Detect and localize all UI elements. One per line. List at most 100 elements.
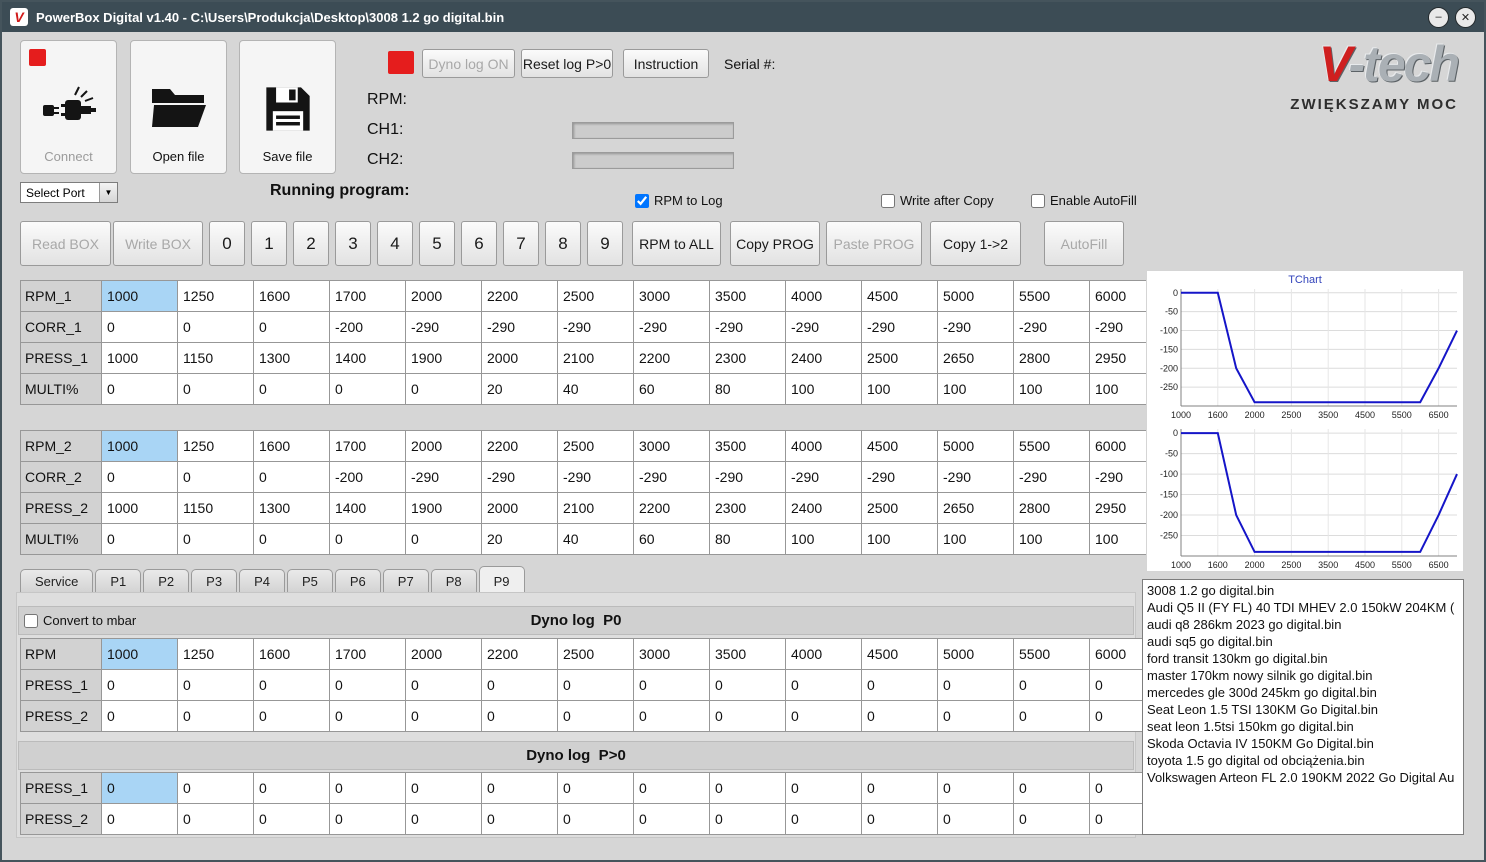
- grid-cell[interactable]: 0: [405, 803, 482, 835]
- grid-cell[interactable]: 1700: [329, 430, 406, 462]
- file-list-item[interactable]: audi sq5 go digital.bin: [1143, 633, 1463, 650]
- grid-cell[interactable]: 2300: [709, 342, 786, 374]
- grid-cell[interactable]: 0: [1013, 772, 1090, 804]
- digit-button-7[interactable]: 7: [503, 221, 539, 266]
- grid-cell[interactable]: 0: [633, 700, 710, 732]
- write-after-copy-checkbox[interactable]: [881, 193, 895, 208]
- grid-cell[interactable]: -290: [861, 461, 938, 493]
- grid-cell[interactable]: 0: [329, 700, 406, 732]
- grid-cell[interactable]: 0: [481, 669, 558, 701]
- digit-button-3[interactable]: 3: [335, 221, 371, 266]
- grid-cell[interactable]: 100: [785, 373, 862, 405]
- grid-cell[interactable]: -290: [785, 461, 862, 493]
- file-list-item[interactable]: Volkswagen Arteon FL 2.0 190KM 2022 Go D…: [1143, 769, 1463, 786]
- grid-cell[interactable]: 4500: [861, 638, 938, 670]
- file-list-item[interactable]: seat leon 1.5tsi 150km go digital.bin: [1143, 718, 1463, 735]
- grid-cell[interactable]: 0: [253, 772, 330, 804]
- grid-cell[interactable]: 0: [785, 700, 862, 732]
- file-list-item[interactable]: mercedes gle 300d 245km go digital.bin: [1143, 684, 1463, 701]
- digit-button-9[interactable]: 9: [587, 221, 623, 266]
- grid-cell[interactable]: 1000: [101, 280, 178, 312]
- grid-cell[interactable]: 0: [177, 523, 254, 555]
- grid-cell[interactable]: 0: [253, 803, 330, 835]
- grid-cell[interactable]: 2100: [557, 492, 634, 524]
- close-button[interactable]: ✕: [1455, 6, 1476, 28]
- grid-cell[interactable]: 1400: [329, 342, 406, 374]
- grid-cell[interactable]: 0: [101, 803, 178, 835]
- grid-cell[interactable]: -290: [1013, 461, 1090, 493]
- grid-cell[interactable]: 2400: [785, 342, 862, 374]
- grid-cell[interactable]: -200: [329, 311, 406, 343]
- grid-cell[interactable]: 0: [709, 669, 786, 701]
- grid-cell[interactable]: 2000: [405, 638, 482, 670]
- digit-button-5[interactable]: 5: [419, 221, 455, 266]
- grid-cell[interactable]: -290: [405, 311, 482, 343]
- grid-cell[interactable]: 0: [1013, 669, 1090, 701]
- grid-cell[interactable]: -290: [861, 311, 938, 343]
- grid-cell[interactable]: 0: [405, 373, 482, 405]
- grid-cell[interactable]: 1000: [101, 638, 178, 670]
- grid-cell[interactable]: 40: [557, 523, 634, 555]
- write-box-button[interactable]: Write BOX: [113, 221, 203, 266]
- grid-cell[interactable]: -290: [633, 311, 710, 343]
- grid-cell[interactable]: 20: [481, 523, 558, 555]
- grid-cell[interactable]: 100: [861, 373, 938, 405]
- select-port-dropdown[interactable]: Select Port ▼: [20, 182, 118, 203]
- grid-cell[interactable]: 3000: [633, 280, 710, 312]
- grid-cell[interactable]: 0: [937, 700, 1014, 732]
- grid-cell[interactable]: 0: [101, 523, 178, 555]
- grid-cell[interactable]: 100: [1013, 523, 1090, 555]
- copy-prog-button[interactable]: Copy PROG: [730, 221, 820, 266]
- tab-p9[interactable]: P9: [478, 566, 525, 593]
- grid-cell[interactable]: 0: [937, 772, 1014, 804]
- grid-cell[interactable]: 1900: [405, 342, 482, 374]
- tab-p4[interactable]: P4: [239, 569, 285, 593]
- grid-cell[interactable]: 0: [329, 669, 406, 701]
- grid-cell[interactable]: 80: [709, 373, 786, 405]
- file-list-item[interactable]: ford transit 130km go digital.bin: [1143, 650, 1463, 667]
- grid-cell[interactable]: 1250: [177, 430, 254, 462]
- grid-cell[interactable]: -290: [1013, 311, 1090, 343]
- grid-cell[interactable]: 0: [329, 772, 406, 804]
- grid-cell[interactable]: 4500: [861, 280, 938, 312]
- grid-cell[interactable]: 0: [405, 669, 482, 701]
- grid-cell[interactable]: 0: [1013, 700, 1090, 732]
- grid-cell[interactable]: 0: [177, 803, 254, 835]
- grid-cell[interactable]: 0: [1013, 803, 1090, 835]
- grid-cell[interactable]: 1300: [253, 342, 330, 374]
- grid-cell[interactable]: 2650: [937, 492, 1014, 524]
- rpm-to-log-checkbox[interactable]: [635, 193, 649, 208]
- grid-cell[interactable]: 0: [633, 772, 710, 804]
- grid-cell[interactable]: 40: [557, 373, 634, 405]
- tab-p2[interactable]: P2: [143, 569, 190, 593]
- grid-cell[interactable]: -290: [405, 461, 482, 493]
- grid-cell[interactable]: 1300: [253, 492, 330, 524]
- grid-cell[interactable]: 4000: [785, 280, 862, 312]
- digit-button-0[interactable]: 0: [209, 221, 245, 266]
- grid-cell[interactable]: 0: [937, 669, 1014, 701]
- grid-cell[interactable]: 0: [481, 772, 558, 804]
- grid-cell[interactable]: 0: [101, 461, 178, 493]
- grid-cell[interactable]: 0: [481, 700, 558, 732]
- grid-cell[interactable]: 1400: [329, 492, 406, 524]
- grid-cell[interactable]: 1700: [329, 280, 406, 312]
- grid-cell[interactable]: 0: [557, 669, 634, 701]
- tab-p8[interactable]: P8: [430, 569, 477, 593]
- grid-cell[interactable]: 0: [101, 373, 178, 405]
- grid-cell[interactable]: 3500: [709, 638, 786, 670]
- grid-cell[interactable]: 1600: [253, 280, 330, 312]
- grid-cell[interactable]: 0: [177, 700, 254, 732]
- grid-cell[interactable]: 4000: [785, 430, 862, 462]
- grid-cell[interactable]: 0: [861, 772, 938, 804]
- grid-cell[interactable]: 2500: [861, 492, 938, 524]
- file-list-item[interactable]: audi q8 286km 2023 go digital.bin: [1143, 616, 1463, 633]
- file-list-item[interactable]: toyota 1.5 go digital od obciążenia.bin: [1143, 752, 1463, 769]
- grid-cell[interactable]: 2200: [633, 492, 710, 524]
- grid-cell[interactable]: 0: [253, 461, 330, 493]
- grid-cell[interactable]: 5000: [937, 430, 1014, 462]
- grid-cell[interactable]: 1600: [253, 430, 330, 462]
- grid-cell[interactable]: 100: [1013, 373, 1090, 405]
- grid-cell[interactable]: 0: [557, 803, 634, 835]
- grid-cell[interactable]: 1700: [329, 638, 406, 670]
- grid-cell[interactable]: 100: [937, 373, 1014, 405]
